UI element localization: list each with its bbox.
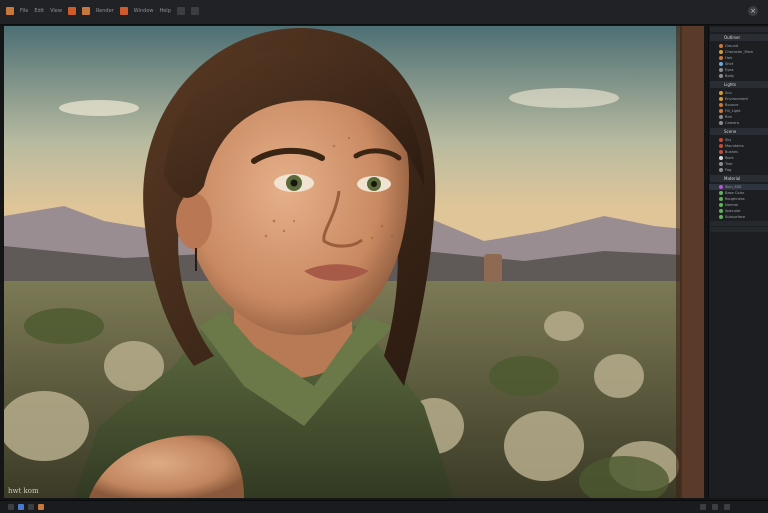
menu-window[interactable]: Window xyxy=(134,8,154,14)
menu-edit[interactable]: Edit xyxy=(34,8,44,14)
panel-footer-bar[interactable] xyxy=(710,221,768,226)
object-icon xyxy=(719,56,723,60)
object-icon xyxy=(719,168,723,172)
top-menu-bar: File Edit View Render Window Help × xyxy=(0,0,768,25)
node-icon xyxy=(719,203,723,207)
list-item[interactable]: Subsurface xyxy=(709,214,768,220)
object-icon xyxy=(719,44,723,48)
volume-icon xyxy=(712,504,718,510)
light-icon xyxy=(719,115,723,119)
menu-icon[interactable] xyxy=(8,504,14,510)
light-icon xyxy=(719,91,723,95)
object-icon xyxy=(719,50,723,54)
panel-footer-bar[interactable] xyxy=(710,227,768,232)
list-item[interactable]: Camera xyxy=(709,120,768,126)
list-item[interactable]: Body xyxy=(709,73,768,79)
object-icon xyxy=(719,62,723,66)
right-panel: Outliner Ground Character_Main Hair Shir… xyxy=(708,26,768,498)
render-icon[interactable] xyxy=(190,7,199,15)
list-item[interactable]: Fog xyxy=(709,167,768,173)
object-icon xyxy=(719,68,723,72)
status-bar xyxy=(0,500,768,513)
node-icon xyxy=(719,197,723,201)
node-icon xyxy=(719,215,723,219)
light-icon xyxy=(719,97,723,101)
light-icon xyxy=(719,109,723,113)
node-icon xyxy=(719,191,723,195)
camera-icon xyxy=(719,121,723,125)
battery-icon xyxy=(724,504,730,510)
panel-section-lights[interactable]: Lights xyxy=(710,81,768,88)
node-icon xyxy=(719,209,723,213)
menu-bar: File Edit View Render Window Help xyxy=(6,7,199,15)
network-icon xyxy=(700,504,706,510)
object-icon xyxy=(719,138,723,142)
app-icon[interactable] xyxy=(38,504,44,510)
undo-icon[interactable] xyxy=(119,7,128,15)
object-icon xyxy=(719,74,723,78)
panel-section-scene[interactable]: Scene xyxy=(710,128,768,135)
object-icon xyxy=(719,144,723,148)
object-icon xyxy=(719,150,723,154)
panel-section-material[interactable]: Material xyxy=(710,175,768,182)
menu-file[interactable]: File xyxy=(20,8,28,14)
save-icon[interactable] xyxy=(81,7,90,15)
render-viewport[interactable]: hwt kom xyxy=(4,26,704,498)
panel-section-outliner[interactable]: Outliner xyxy=(710,34,768,41)
object-icon xyxy=(719,162,723,166)
object-icon xyxy=(719,156,723,160)
menu-help[interactable]: Help xyxy=(159,8,170,14)
folder-icon[interactable] xyxy=(28,504,34,510)
app-logo-icon[interactable] xyxy=(6,7,14,15)
close-icon[interactable]: × xyxy=(748,6,758,16)
material-icon xyxy=(719,185,723,189)
menu-view[interactable]: View xyxy=(50,8,62,14)
open-icon[interactable] xyxy=(67,7,76,15)
light-icon xyxy=(719,103,723,107)
panel-search-bar[interactable] xyxy=(710,27,768,32)
redo-icon[interactable] xyxy=(176,7,185,15)
browser-icon[interactable] xyxy=(18,504,24,510)
watermark: hwt kom xyxy=(8,487,39,495)
rendered-image xyxy=(4,26,704,498)
menu-render[interactable]: Render xyxy=(96,8,114,14)
